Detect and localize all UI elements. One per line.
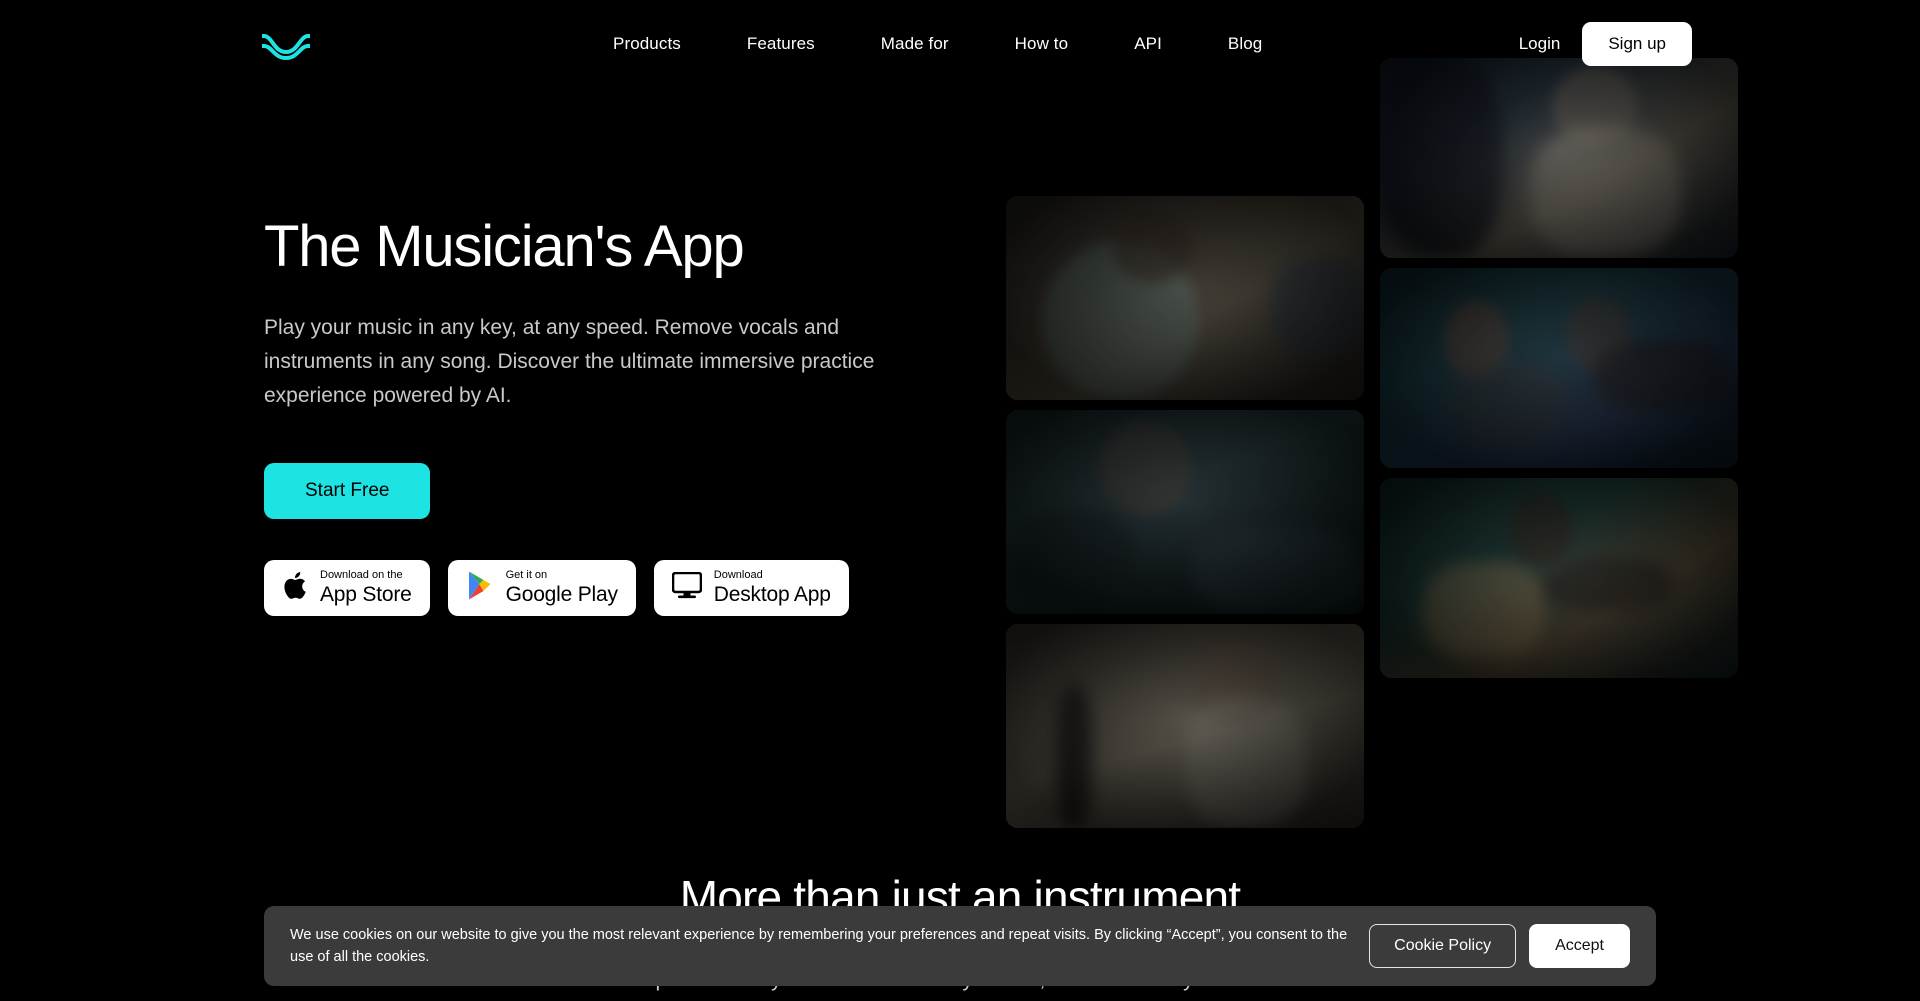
gallery-image-acoustic-guitarist-couch[interactable] (1380, 478, 1738, 678)
app-store-badge[interactable]: Download on the App Store (264, 559, 430, 616)
signup-button[interactable]: Sign up (1582, 22, 1692, 66)
gallery-image-bassist-home-studio[interactable] (1006, 196, 1364, 400)
login-link[interactable]: Login (1519, 34, 1561, 54)
app-store-small-label: Download on the (320, 569, 403, 582)
app-store-label: Download on the App Store (320, 569, 412, 607)
desktop-app-small-label: Download (713, 569, 763, 582)
wave-logo-icon[interactable] (261, 28, 311, 61)
cookie-consent-banner: We use cookies on our website to give yo… (264, 906, 1656, 986)
hero-image-gallery (1000, 50, 1740, 828)
cookie-accept-button[interactable]: Accept (1529, 924, 1630, 968)
nav-item-made-for[interactable]: Made for (881, 24, 949, 64)
nav-item-blog[interactable]: Blog (1228, 24, 1262, 64)
google-play-big-label: Google Play (505, 583, 618, 607)
nav-item-api[interactable]: API (1134, 24, 1162, 64)
gallery-image-duo-with-tablet-guitar[interactable] (1380, 268, 1738, 468)
nav-links: Products Features Made for How to API Bl… (580, 0, 1295, 88)
app-store-big-label: App Store (320, 583, 412, 607)
desktop-monitor-icon (671, 571, 703, 604)
google-play-badge[interactable]: Get it on Google Play (447, 559, 636, 616)
desktop-app-big-label: Desktop App (713, 583, 831, 607)
gallery-image-guitarist-at-microphone[interactable] (1006, 624, 1364, 828)
cookie-banner-text: We use cookies on our website to give yo… (290, 926, 1348, 965)
nav-item-features[interactable]: Features (747, 24, 815, 64)
google-play-label: Get it on Google Play (505, 569, 618, 607)
gallery-image-drummer-at-kit[interactable] (1006, 410, 1364, 614)
nav-item-products[interactable]: Products (613, 24, 681, 64)
hero-subtitle: Play your music in any key, at any speed… (264, 315, 875, 407)
nav-item-how-to[interactable]: How to (1015, 24, 1069, 64)
apple-icon (282, 570, 308, 606)
cookie-banner-actions: Cookie Policy Accept (1369, 924, 1630, 968)
landing-page: More than just an instrument Your privat… (0, 0, 1920, 1001)
download-badges: Download on the App Store Get it on Goog… (264, 559, 944, 616)
hero-title: The Musician's App (264, 214, 745, 279)
desktop-app-label: Download Desktop App (713, 569, 831, 607)
desktop-app-badge[interactable]: Download Desktop App (653, 559, 849, 616)
cookie-policy-button[interactable]: Cookie Policy (1369, 924, 1517, 968)
nav-account-actions: Login Sign up (1519, 0, 1692, 88)
hero-content: The Musician's App Play your music in an… (264, 215, 944, 616)
google-play-icon (466, 570, 494, 606)
gallery-image-vocalist-at-microphone[interactable] (1380, 58, 1738, 258)
top-navigation-bar: Products Features Made for How to API Bl… (0, 0, 1920, 88)
google-play-small-label: Get it on (505, 569, 548, 582)
start-free-button[interactable]: Start Free (264, 462, 431, 519)
